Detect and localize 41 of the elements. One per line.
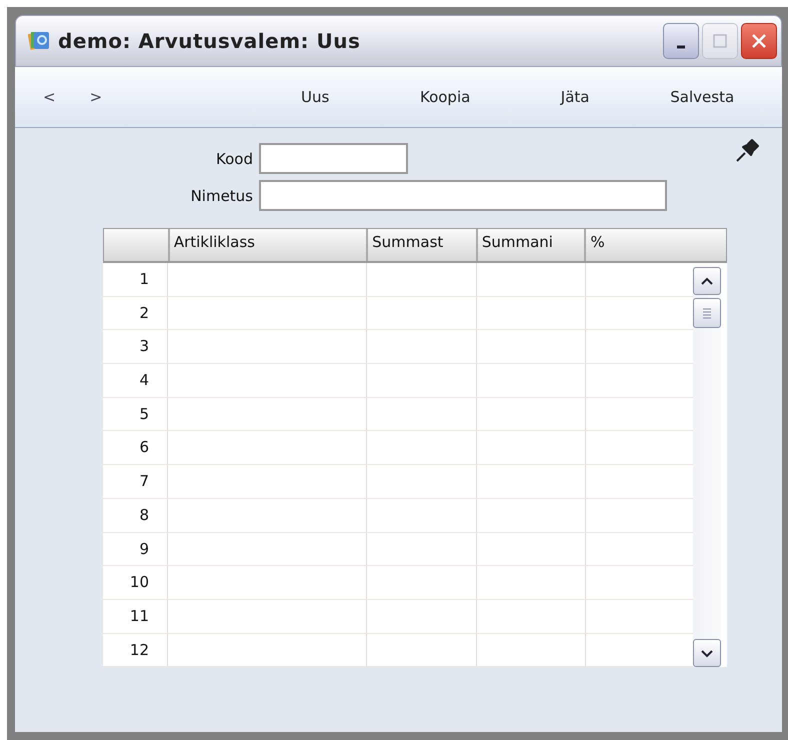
scroll-down-button[interactable] (693, 639, 721, 668)
row-number: 11 (128, 606, 150, 627)
column-header[interactable]: Artikliklass (168, 229, 366, 261)
toolbar-button[interactable]: Koopia (380, 84, 510, 110)
row-number: 1 (138, 269, 150, 290)
close-icon (751, 33, 767, 49)
nav-button[interactable]: < (37, 84, 62, 110)
scroll-up-button[interactable] (693, 267, 721, 295)
app-icon (28, 30, 50, 52)
row-number: 9 (138, 538, 150, 560)
grip-icon (702, 307, 712, 319)
column-header[interactable]: Summast (366, 229, 476, 261)
column-header[interactable]: % (584, 229, 726, 261)
minimize-button[interactable] (663, 23, 699, 59)
chevron-up-icon (700, 276, 714, 286)
nav-button[interactable]: > (84, 84, 108, 110)
row-number: 5 (138, 404, 150, 425)
field-label: Nimetus (190, 186, 253, 204)
row-number: 10 (128, 572, 150, 594)
row-number: 12 (128, 640, 150, 661)
minimize-icon (676, 45, 686, 49)
field-label: Kood (215, 150, 253, 168)
row-number: 6 (138, 437, 150, 458)
row-number: 8 (138, 504, 150, 526)
input-field[interactable] (259, 143, 408, 174)
scrollbar[interactable] (693, 267, 721, 668)
window-title: demo: Arvutusvalem: Uus (58, 29, 362, 53)
maximize-icon (713, 34, 727, 48)
row-number: 4 (138, 370, 150, 392)
close-button[interactable] (741, 23, 777, 59)
input-field[interactable] (259, 180, 667, 211)
row-number: 7 (138, 471, 150, 492)
toolbar-button[interactable]: Jäta (510, 84, 640, 110)
column-header[interactable]: Summani (476, 229, 584, 261)
row-number: 2 (138, 302, 150, 324)
row-number: 3 (138, 336, 150, 358)
pin-icon[interactable] (734, 138, 760, 164)
toolbar-button[interactable]: Salvesta (640, 84, 740, 110)
toolbar-button[interactable]: Uus (250, 84, 380, 110)
chevron-down-icon (700, 648, 714, 658)
scroll-thumb[interactable] (693, 298, 721, 328)
